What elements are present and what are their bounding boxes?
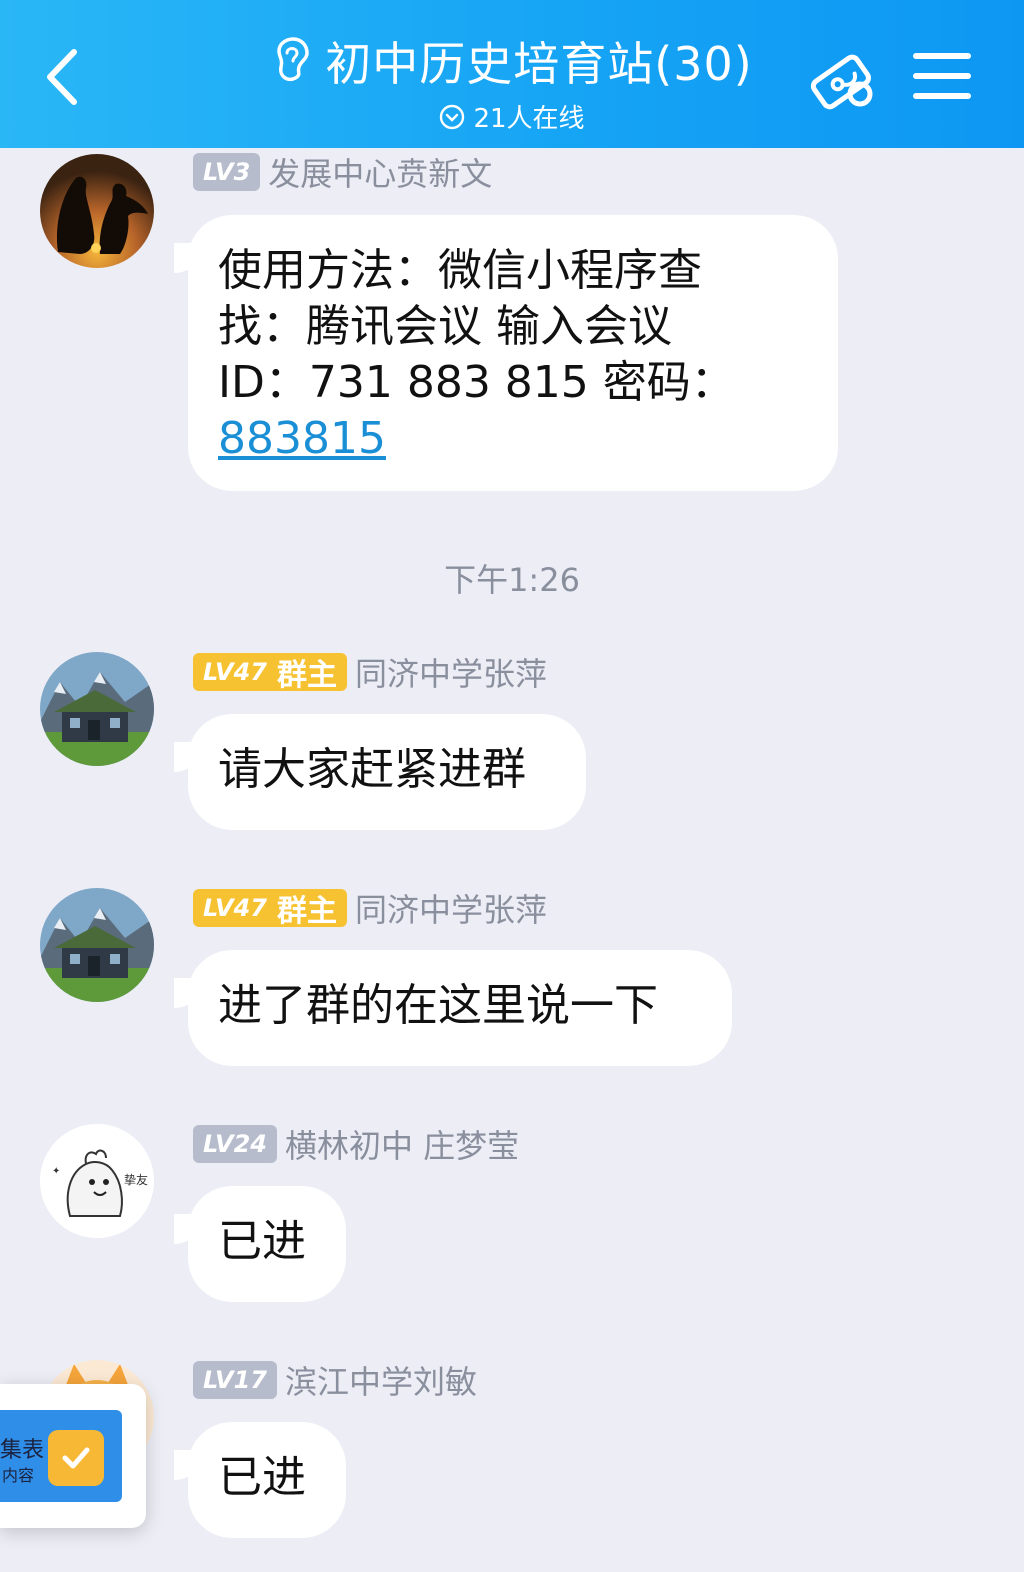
level-badge: LV47 群主 bbox=[193, 889, 347, 929]
message-timestamp: 下午1:26 bbox=[444, 561, 580, 599]
message-text: 已进 bbox=[218, 1216, 306, 1267]
hamburger-menu-icon bbox=[913, 53, 971, 99]
level-badge: LV3 bbox=[193, 153, 261, 191]
message-line: 找：腾讯会议 输入会议 bbox=[218, 301, 672, 352]
message-text: 请大家赶紧进群 bbox=[218, 744, 526, 795]
floating-form-card[interactable]: 集表 内容 bbox=[0, 1384, 146, 1528]
sender-name[interactable]: 横林初中 庄梦莹 bbox=[285, 1121, 519, 1167]
avatar-watermark: 挚友 bbox=[124, 1173, 148, 1187]
sender-name[interactable]: 滨江中学刘敏 bbox=[285, 1357, 477, 1403]
floating-card-subtitle: 内容 bbox=[2, 1466, 35, 1485]
svg-text:✦: ✦ bbox=[52, 1166, 60, 1177]
message-meta: LV24 横林初中 庄梦莹 bbox=[193, 1121, 519, 1167]
penguins-avatar-image bbox=[40, 154, 154, 268]
chat-header: 初中历史培育站(30) 21人在线 bbox=[0, 0, 1024, 148]
owner-role-text: 群主 bbox=[276, 894, 337, 929]
house-avatar-image bbox=[40, 888, 154, 1002]
message-meta: LV47 群主 同济中学张萍 bbox=[193, 885, 547, 931]
message-bubble[interactable]: 已进 bbox=[188, 1422, 346, 1538]
online-check-icon bbox=[440, 104, 465, 129]
floating-card-banner: 集表 内容 bbox=[0, 1410, 122, 1502]
avatar[interactable] bbox=[40, 154, 154, 268]
menu-button[interactable] bbox=[912, 48, 972, 104]
checkbox-icon bbox=[48, 1430, 104, 1486]
message-meta: LV47 群主 同济中学张萍 bbox=[193, 649, 547, 695]
message-text: 进了群的在这里说一下 bbox=[218, 980, 658, 1031]
group-ticket-button[interactable] bbox=[806, 44, 878, 116]
level-text: LV47 bbox=[203, 658, 267, 686]
message-meta: LV17 滨江中学刘敏 bbox=[193, 1357, 477, 1403]
ticket-icon bbox=[810, 54, 873, 110]
message-bubble[interactable]: 使用方法：微信小程序查 找：腾讯会议 输入会议 ID：731 883 815 密… bbox=[188, 215, 838, 491]
avatar[interactable] bbox=[40, 888, 154, 1002]
message-meta: LV3 发展中心贲新文 bbox=[193, 149, 492, 195]
message-line: ID：731 883 815 密码： bbox=[218, 357, 735, 408]
sender-name[interactable]: 发展中心贲新文 bbox=[268, 149, 492, 195]
sender-name[interactable]: 同济中学张萍 bbox=[355, 885, 547, 931]
house-avatar-image bbox=[40, 652, 154, 766]
sender-name[interactable]: 同济中学张萍 bbox=[355, 649, 547, 695]
ear-icon bbox=[277, 37, 310, 82]
message-line: 使用方法：微信小程序查 bbox=[218, 245, 702, 296]
level-text: LV47 bbox=[203, 894, 267, 922]
online-status: 21人在线 bbox=[439, 98, 585, 135]
message-text: 已进 bbox=[218, 1452, 306, 1503]
avatar[interactable] bbox=[40, 652, 154, 766]
avatar[interactable]: 挚友 ✦ bbox=[40, 1124, 154, 1238]
message-bubble[interactable]: 请大家赶紧进群 bbox=[188, 714, 586, 830]
password-link[interactable]: 883815 bbox=[218, 413, 386, 464]
floating-card-title: 集表 bbox=[0, 1438, 45, 1463]
online-count: 21人在线 bbox=[473, 104, 585, 134]
level-badge: LV17 bbox=[193, 1361, 277, 1399]
level-badge: LV24 bbox=[193, 1125, 277, 1163]
cartoon-avatar-image: 挚友 ✦ bbox=[40, 1124, 154, 1238]
message-bubble[interactable]: 已进 bbox=[188, 1186, 346, 1302]
level-badge: LV47 群主 bbox=[193, 653, 347, 693]
owner-role-text: 群主 bbox=[276, 658, 337, 693]
page-title: 初中历史培育站(30) bbox=[325, 37, 753, 91]
message-bubble[interactable]: 进了群的在这里说一下 bbox=[188, 950, 732, 1066]
